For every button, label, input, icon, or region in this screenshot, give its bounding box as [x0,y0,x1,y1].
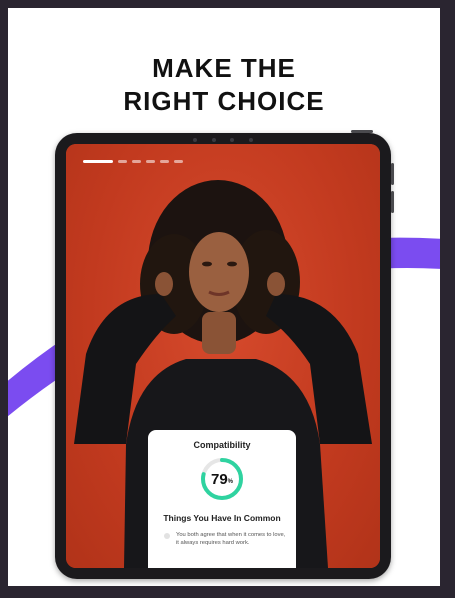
compatibility-card[interactable]: Compatibility 79 % Things You Have In Co… [148,430,296,568]
progress-segment [174,160,183,163]
headline-line-1: MAKE THE [152,53,296,83]
compatibility-title: Compatibility [193,440,251,450]
progress-segment [146,160,155,163]
progress-segment [160,160,169,163]
tablet-volume-button [391,163,394,185]
common-thing-text: You both agree that when it comes to lov… [176,532,286,546]
headline-line-2: RIGHT CHOICE [123,86,325,116]
percent-unit: % [227,478,234,485]
percent-value: 79 [210,470,228,488]
compatibility-percent: 79 % [199,456,245,502]
progress-segment [118,160,127,163]
headline: MAKE THE RIGHT CHOICE [8,52,440,118]
camera-bar [193,137,253,142]
tablet-device: Compatibility 79 % Things You Have In Co… [55,130,394,579]
progress-segment [83,160,113,163]
story-progress [83,160,183,163]
common-things-heading: Things You Have In Common [163,513,281,523]
dot-icon [164,533,170,539]
progress-segment [132,160,141,163]
tablet-volume-button-2 [391,191,394,213]
promo-card: MAKE THE RIGHT CHOICE Compatibility 79 %… [8,8,440,586]
tablet-top-button [351,130,373,133]
tablet-screen: Compatibility 79 % Things You Have In Co… [66,144,380,568]
common-thing-item: You both agree that when it comes to lov… [164,531,288,547]
